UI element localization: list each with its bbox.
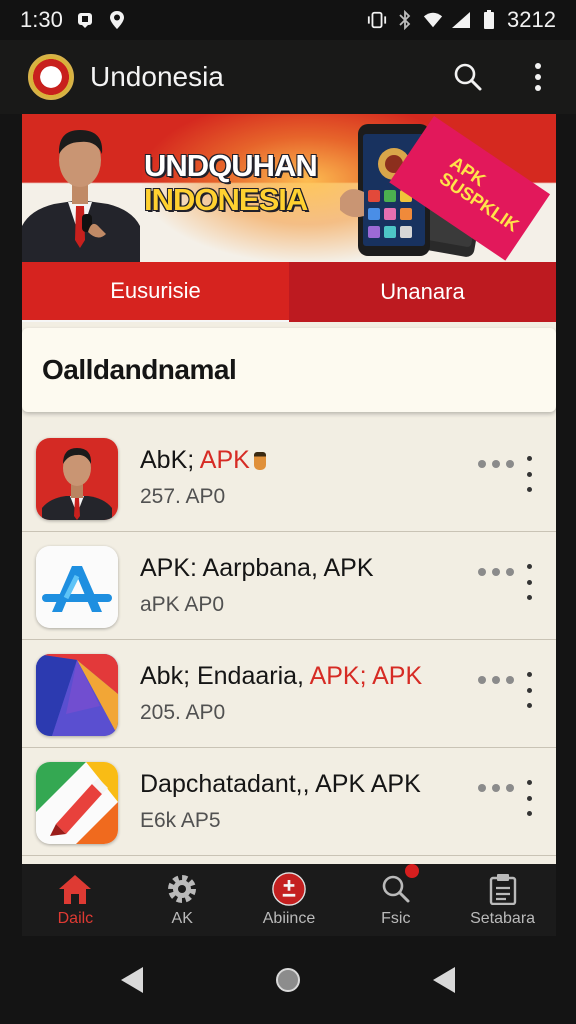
app-meta: E6k AP5 [140,809,221,832]
system-navigation-bar [0,936,576,1024]
banner-title: UNDQUHAN INDONESIA [144,150,344,215]
status-bar: 1:30 3212 [0,0,576,40]
row-more-dots[interactable] [478,564,514,580]
search-icon [454,63,482,91]
brush-icon [36,762,118,844]
status-time: 1:30 [20,7,63,32]
list-item[interactable]: AbK; APK 257. AP0 [22,424,556,532]
status-left: 1:30 [20,7,127,33]
app-meta: aPK AP0 [140,593,225,616]
row-menu-button[interactable] [520,672,538,708]
notification-icon [75,10,95,30]
app-logo [28,54,74,100]
list-item[interactable]: Abk; Endaaria, APK; APK 205. AP0 [22,640,556,748]
app-name: Abk; Endaaria, APK; APK [140,662,423,690]
settings-icon [165,872,199,906]
row-more-dots[interactable] [478,672,514,688]
promo-banner[interactable]: UNDQUHAN INDONESIA APK SUSPKLIK [22,114,556,262]
row-more-dots[interactable] [478,456,514,472]
notification-dot [405,864,420,878]
nav-fsic[interactable]: Fsic [342,864,449,936]
row-menu-button[interactable] [520,564,538,600]
nav-label: Setabara [470,910,536,927]
clipboard-icon [486,872,520,906]
row-more-dots[interactable] [478,780,514,796]
app-bar-actions [448,57,558,97]
row-menu-button[interactable] [520,456,538,492]
app-bar: Undonesia [0,40,576,114]
app-name: AbK; APK [140,446,470,475]
back-button[interactable] [114,962,150,998]
app-meta: 257. AP0 [140,485,226,508]
signal-icon [451,10,471,30]
home-circle-icon [276,968,300,992]
nav-label: Abiince [262,910,316,927]
nav-setabara[interactable]: Setabara [449,864,556,936]
app-store-icon [36,546,118,628]
home-button[interactable] [270,962,306,998]
status-right-text: 3212 [507,7,556,32]
nav-label: Fsic [381,910,411,927]
app-name: Dapchatadant,, APK APK [140,770,421,798]
app-name-accent: APK [199,446,250,474]
search-button[interactable] [448,57,488,97]
vibrate-icon [367,10,387,30]
colorful-arrow-icon [36,654,118,736]
banner-title-line1: UNDQUHAN [144,148,318,183]
bottle-icon [253,452,266,470]
app-text: APK: Aarpbana, APK aPK AP0 [140,554,470,617]
nav-home[interactable]: Dailc [22,864,129,936]
battery-icon [479,10,499,30]
nav-ak[interactable]: AK [129,864,236,936]
wifi-icon [423,10,443,30]
recents-button[interactable] [426,962,462,998]
tab-bar: Eusurisie Unanara [22,262,556,322]
app-text: Abk; Endaaria, APK; APK 205. AP0 [140,662,470,725]
tab-eusurisie[interactable]: Eusurisie [22,262,289,322]
nav-label: AK [171,910,193,927]
app-title: Undonesia [90,61,224,92]
back-arrow-icon [433,967,455,993]
section-title: Oalldandnamal [22,328,556,412]
app-name-accent: APK; APK [309,662,423,690]
plus-minus-icon [272,872,306,906]
banner-title-line2: INDONESIA [144,182,308,217]
location-icon [107,10,127,30]
list-item[interactable]: APK: Aarpbana, APK aPK AP0 [22,532,556,640]
status-right: 3212 [367,7,556,33]
row-menu-button[interactable] [520,780,538,816]
list-item[interactable]: Dapchatadant,, APK APK E6k AP5 [22,748,556,856]
home-icon [58,872,92,906]
nav-abiince[interactable]: Abiince [236,864,343,936]
app-name: APK: Aarpbana, APK [140,554,374,582]
more-vert-icon [535,63,541,91]
app-text: AbK; APK 257. AP0 [140,446,470,509]
bluetooth-icon [395,10,415,30]
nav-label: Dailc [57,910,94,927]
app-meta: 205. AP0 [140,701,226,724]
back-icon [121,967,143,993]
content-area: UNDQUHAN INDONESIA APK SUSPKLIK Eusurisi… [22,114,556,864]
bottom-navigation: Dailc AK Abiince Fsic Setabara [22,864,556,936]
portrait-icon [36,438,118,520]
more-options-button[interactable] [518,57,558,97]
app-list: AbK; APK 257. AP0 APK: Aarpbana, APK aPK… [22,424,556,856]
presenter-image [22,130,140,262]
app-text: Dapchatadant,, APK APK E6k AP5 [140,770,470,833]
tab-unanara[interactable]: Unanara [289,262,556,322]
